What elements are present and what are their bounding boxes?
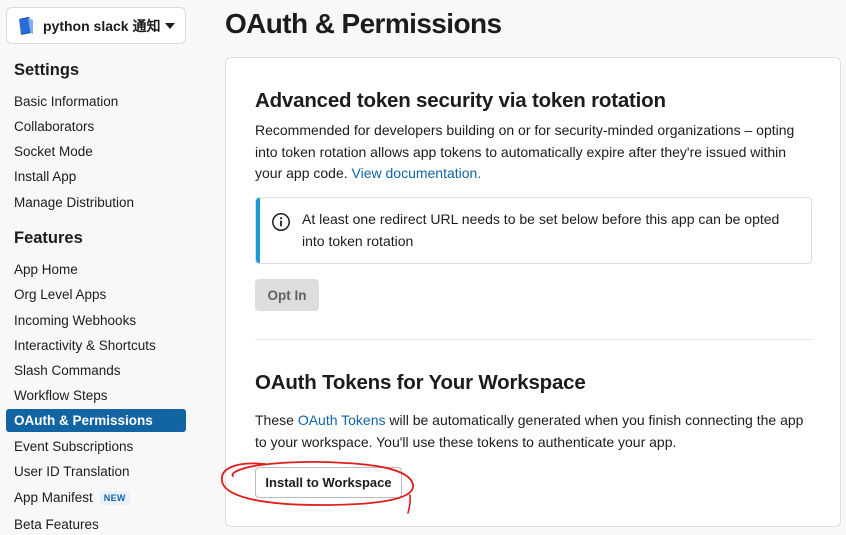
sidebar-item-label: App Manifest: [14, 490, 93, 505]
section-divider: [255, 339, 812, 340]
alert-text: At least one redirect URL needs to be se…: [302, 211, 780, 249]
sidebar-item-slash-commands[interactable]: Slash Commands: [6, 359, 186, 382]
blue-notebook-icon: [19, 16, 33, 35]
sidebar-item-app-home[interactable]: App Home: [6, 258, 186, 281]
sidebar-item-app-manifest[interactable]: App Manifest NEW: [6, 486, 186, 509]
sidebar-item-install-app[interactable]: Install App: [6, 165, 186, 188]
token-rotation-text: Recommended for developers building on o…: [255, 122, 795, 181]
app-selector[interactable]: python slack 通知: [6, 7, 186, 44]
sidebar-item-beta-features[interactable]: Beta Features: [6, 513, 186, 535]
features-heading: Features: [14, 229, 83, 247]
redirect-url-alert: At least one redirect URL needs to be se…: [255, 197, 812, 264]
token-rotation-description: Recommended for developers building on o…: [255, 120, 815, 185]
new-badge: NEW: [99, 491, 130, 505]
sidebar-item-workflow-steps[interactable]: Workflow Steps: [6, 384, 186, 407]
sidebar-item-manage-distribution[interactable]: Manage Distribution: [6, 191, 186, 214]
sidebar-item-socket-mode[interactable]: Socket Mode: [6, 140, 186, 163]
oauth-tokens-link[interactable]: OAuth Tokens: [298, 412, 386, 428]
opt-in-button[interactable]: Opt In: [255, 279, 319, 311]
oauth-tokens-text-before: These: [255, 412, 298, 428]
sidebar-item-event-subscriptions[interactable]: Event Subscriptions: [6, 435, 186, 458]
sidebar-item-user-id-translation[interactable]: User ID Translation: [6, 460, 186, 483]
sidebar-item-basic-information[interactable]: Basic Information: [6, 90, 186, 113]
oauth-card: Advanced token security via token rotati…: [225, 57, 841, 527]
install-to-workspace-button[interactable]: Install to Workspace: [255, 467, 402, 498]
page-title: OAuth & Permissions: [225, 8, 502, 39]
view-documentation-link[interactable]: View documentation.: [352, 165, 482, 181]
app-name: python slack 通知: [43, 17, 161, 34]
alert-stripe: [256, 198, 260, 263]
sidebar-item-interactivity-shortcuts[interactable]: Interactivity & Shortcuts: [6, 334, 186, 357]
oauth-tokens-heading: OAuth Tokens for Your Workspace: [255, 371, 586, 394]
info-icon: [272, 213, 290, 231]
sidebar-item-collaborators[interactable]: Collaborators: [6, 115, 186, 138]
oauth-tokens-description: These OAuth Tokens will be automatically…: [255, 410, 815, 453]
sidebar-item-oauth-permissions[interactable]: OAuth & Permissions: [6, 409, 186, 432]
caret-down-icon: [165, 22, 175, 29]
sidebar-item-org-level-apps[interactable]: Org Level Apps: [6, 283, 186, 306]
token-rotation-heading: Advanced token security via token rotati…: [255, 89, 666, 112]
settings-heading: Settings: [14, 61, 80, 79]
sidebar-item-incoming-webhooks[interactable]: Incoming Webhooks: [6, 309, 186, 332]
